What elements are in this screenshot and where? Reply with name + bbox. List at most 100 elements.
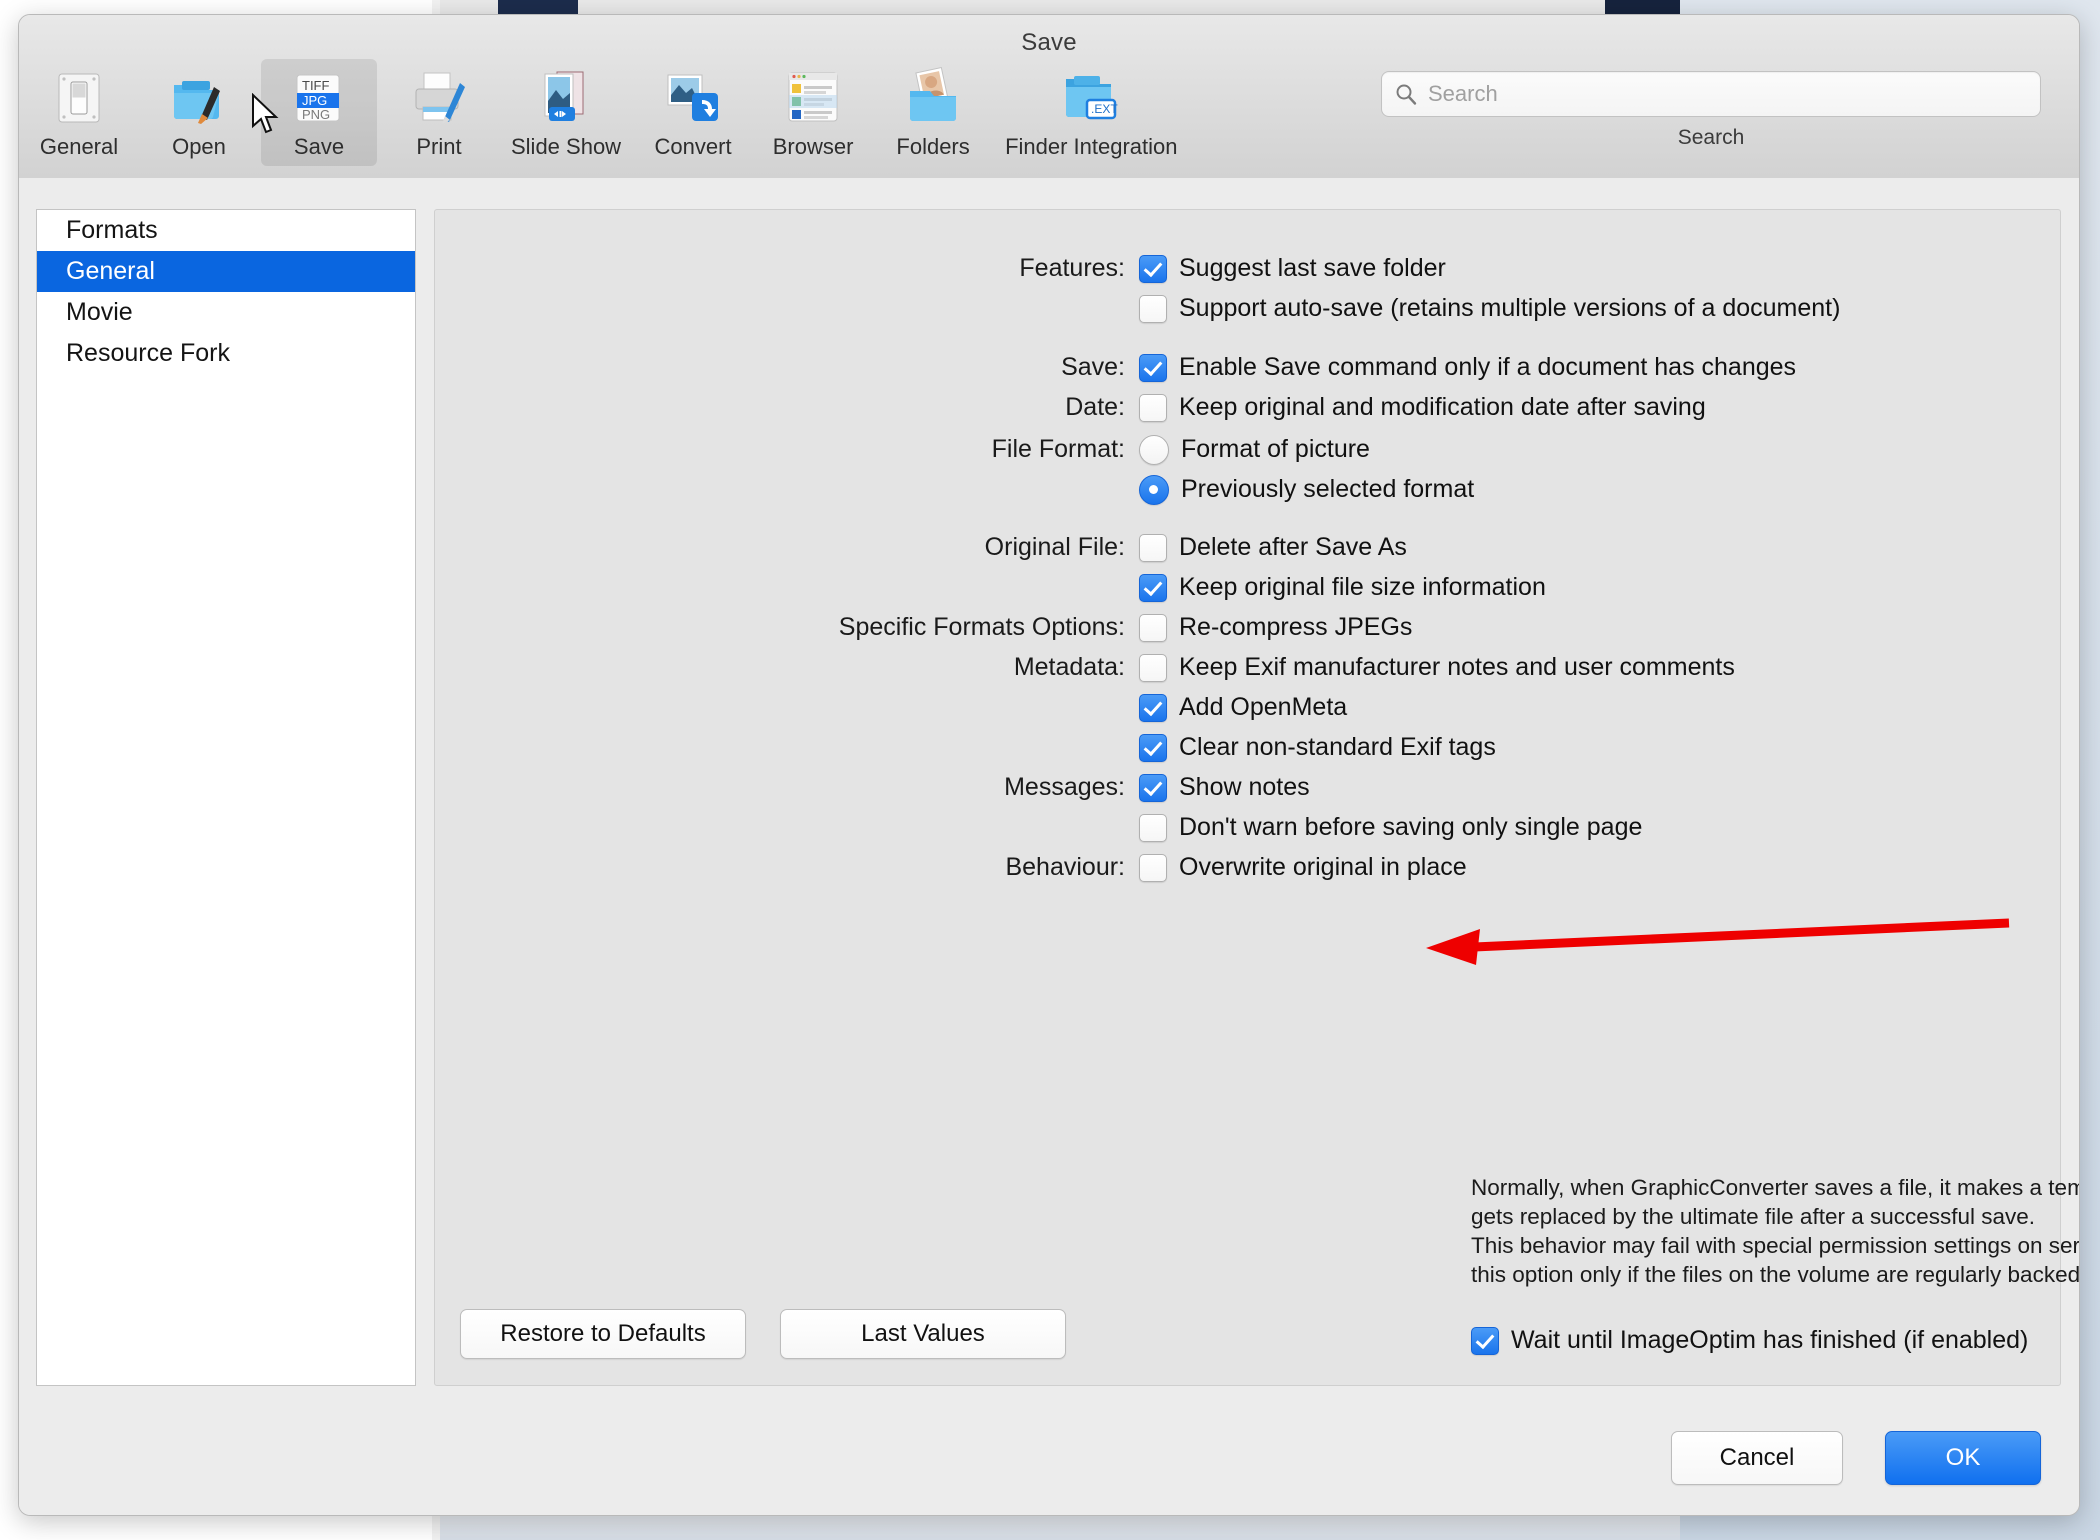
option-delete-after-save-as[interactable]: Delete after Save As [1139,527,1546,567]
option-overwrite-original-in-place[interactable]: Overwrite original in place [1139,847,1467,887]
checkbox[interactable] [1139,295,1167,323]
note-line: This behavior may fail with special perm… [1471,1233,2080,1258]
toolbar-item-label: Print [416,134,462,159]
checkbox[interactable] [1139,614,1167,642]
sidebar-item-label: General [66,257,155,285]
last-values-button[interactable]: Last Values [780,1309,1066,1359]
checkbox[interactable] [1139,774,1167,802]
option-keep-original-file-size[interactable]: Keep original file size information [1139,567,1546,607]
option-wait-until-imageoptim[interactable]: Wait until ImageOptim has finished (if e… [1471,1320,2028,1360]
option-clear-nonstandard-exif[interactable]: Clear non-standard Exif tags [1139,727,1735,767]
option-recompress-jpegs[interactable]: Re-compress JPEGs [1139,607,1412,647]
row-label: Behaviour: [1005,853,1125,881]
row-label: File Format: [991,435,1125,463]
finder-ext-icon: .EXT [1060,67,1122,129]
ok-button[interactable]: OK [1885,1431,2041,1485]
settings-row-date: Date: Keep original and modification dat… [435,387,2060,427]
option-suggest-last-save-folder[interactable]: Suggest last save folder [1139,248,1840,288]
option-previously-selected-format[interactable]: Previously selected format [1139,469,1474,509]
convert-icon [662,67,724,129]
svg-text:TIFF: TIFF [302,78,329,93]
sidebar-item-label: Movie [66,298,133,326]
option-keep-original-date[interactable]: Keep original and modification date afte… [1139,387,1706,427]
option-dont-warn-single-page[interactable]: Don't warn before saving only single pag… [1139,807,1642,847]
checkbox[interactable] [1139,734,1167,762]
option-enable-save-command[interactable]: Enable Save command only if a document h… [1139,347,1796,387]
toolbar-item-open[interactable]: Open [141,59,257,166]
checkbox[interactable] [1139,854,1167,882]
search-caption: Search [1677,126,1745,149]
toolbar-item-print[interactable]: Print [381,59,497,166]
settings-row-save: Save: Enable Save command only if a docu… [435,347,2060,387]
svg-text:PNG: PNG [302,107,330,122]
toolbar-item-folders[interactable]: Folders [875,59,991,166]
checkbox[interactable] [1139,814,1167,842]
behaviour-note: Normally, when GraphicConverter saves a … [1471,1173,2080,1289]
toolbar-item-finder-integration[interactable]: .EXT Finder Integration [995,59,1187,166]
cancel-button[interactable]: Cancel [1671,1431,1843,1485]
background-tab-right [1605,0,1680,14]
option-label: Delete after Save As [1179,533,1407,561]
option-support-auto-save[interactable]: Support auto-save (retains multiple vers… [1139,288,1840,328]
search-input[interactable] [1426,80,2028,108]
toolbar-item-label: Folders [896,134,970,159]
option-label: Keep Exif manufacturer notes and user co… [1179,653,1735,681]
checkbox[interactable] [1471,1327,1499,1355]
settings-row-specific-formats: Specific Formats Options: Re-compress JP… [435,607,2060,647]
toolbar-item-label: Browser [772,134,854,159]
toolbar-item-general[interactable]: General [21,59,137,166]
option-label: Re-compress JPEGs [1179,613,1413,641]
settings-row-file-format: File Format: Format of picture Previousl… [435,429,2060,509]
checkbox[interactable] [1139,354,1167,382]
sidebar-item-movie[interactable]: Movie [37,292,415,333]
svg-text:JPG: JPG [302,93,327,108]
checkbox[interactable] [1139,255,1167,283]
row-label: Original File: [984,533,1125,561]
toolbar-item-slide-show[interactable]: Slide Show [501,59,631,166]
sidebar-item-general[interactable]: General [37,251,415,292]
radio-button[interactable] [1139,435,1169,465]
search-field[interactable] [1381,71,2041,117]
option-label: Show notes [1179,773,1310,801]
browser-icon [782,67,844,129]
checkbox[interactable] [1139,694,1167,722]
note-line: this option only if the files on the vol… [1471,1262,2080,1287]
toolbar-item-browser[interactable]: Browser [755,59,871,166]
printer-icon [408,67,470,129]
settings-row-original-file: Original File: Delete after Save As Keep… [435,527,2060,607]
toolbar-item-label: Open [172,134,226,159]
radio-button[interactable] [1139,475,1169,505]
checkbox[interactable] [1139,654,1167,682]
option-label: Wait until ImageOptim has finished (if e… [1511,1326,2029,1354]
search-area: Search [1381,71,2041,150]
settings-row-messages: Messages: Show notes Don't warn before s… [435,767,2060,847]
settings-sidebar[interactable]: Formats General Movie Resource Fork [36,209,416,1386]
option-add-openmeta[interactable]: Add OpenMeta [1139,687,1735,727]
note-line: Normally, when GraphicConverter saves a … [1471,1175,2079,1200]
switch-panel-icon [48,67,110,129]
toolbar-item-label: Slide Show [511,134,622,159]
toolbar-item-convert[interactable]: Convert [635,59,751,166]
option-show-notes[interactable]: Show notes [1139,767,1642,807]
sidebar-item-label: Formats [66,216,158,244]
restore-to-defaults-button[interactable]: Restore to Defaults [460,1309,746,1359]
note-line: gets replaced by the ultimate file after… [1471,1204,2036,1229]
file-formats-icon: TIFF JPG PNG [288,67,350,129]
checkbox[interactable] [1139,534,1167,562]
preferences-window: Save General Open TIFF JPG PNG Save Prin… [18,14,2080,1516]
row-label: Messages: [1004,773,1125,801]
option-label: Overwrite original in place [1179,853,1467,881]
window-title: Save [1021,29,1077,56]
option-format-of-picture[interactable]: Format of picture [1139,429,1474,469]
sidebar-item-resource-fork[interactable]: Resource Fork [37,333,415,374]
checkbox[interactable] [1139,394,1167,422]
row-label: Metadata: [1013,653,1125,681]
option-label: Previously selected format [1181,475,1475,503]
settings-row-behaviour: Behaviour: Overwrite original in place [435,847,2060,887]
sidebar-item-formats[interactable]: Formats [37,210,415,251]
toolbar-item-label: Finder Integration [1005,134,1178,159]
toolbar-item-label: Convert [654,134,732,159]
option-keep-exif-manufacturer-notes[interactable]: Keep Exif manufacturer notes and user co… [1139,647,1735,687]
checkbox[interactable] [1139,574,1167,602]
window-body: Formats General Movie Resource Fork Feat… [19,178,2079,1515]
